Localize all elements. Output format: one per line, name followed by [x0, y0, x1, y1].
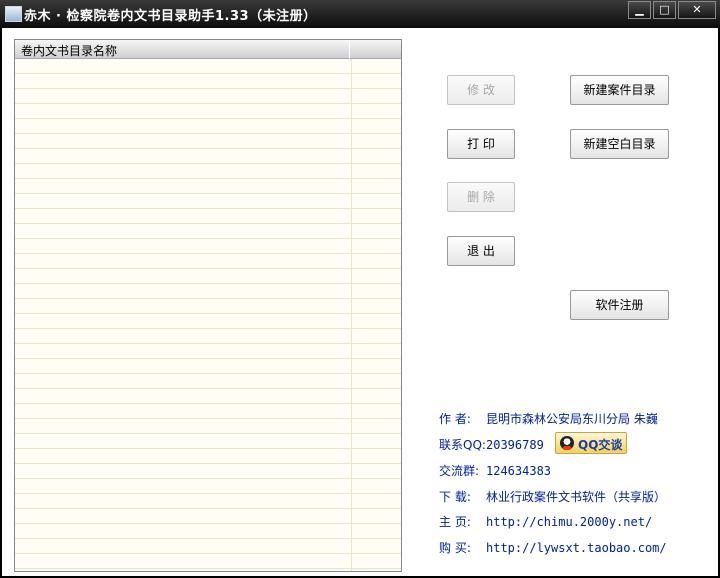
download-label: 下 载:: [439, 490, 471, 504]
delete-button[interactable]: 删 除: [447, 182, 515, 212]
header-separator: [349, 40, 350, 59]
qq-label: 联系QQ:: [439, 438, 486, 452]
app-icon: [5, 6, 22, 22]
column-divider: [351, 59, 352, 571]
qq-chat-button[interactable]: QQ交谈: [555, 432, 627, 454]
maximize-button[interactable]: □: [653, 1, 676, 19]
register-button[interactable]: 软件注册: [570, 290, 669, 320]
homepage-line: 主 页: http://chimu.2000y.net/: [439, 513, 652, 530]
author-line: 作 者: 昆明市森林公安局东川分局 朱巍: [439, 410, 658, 427]
group-value: 124634383: [486, 464, 552, 478]
author-label: 作 者:: [439, 412, 471, 426]
homepage-label: 主 页:: [439, 515, 471, 529]
homepage-link[interactable]: http://chimu.2000y.net/: [486, 515, 652, 529]
print-button[interactable]: 打 印: [447, 129, 515, 159]
directory-list[interactable]: 卷内文书目录名称: [14, 39, 402, 572]
qq-value: 20396789: [486, 438, 544, 452]
buy-link[interactable]: http://lywsxt.taobao.com/: [486, 541, 667, 555]
exit-button[interactable]: 退 出: [447, 236, 515, 266]
qq-penguin-icon: [560, 436, 574, 450]
buy-line: 购 买: http://lywsxt.taobao.com/: [439, 539, 667, 556]
list-column-header[interactable]: 卷内文书目录名称: [15, 40, 401, 59]
new-case-directory-button[interactable]: 新建案件目录: [570, 75, 669, 105]
minimize-button[interactable]: ▁: [628, 1, 651, 19]
list-rows[interactable]: [15, 59, 401, 571]
title-bar[interactable]: 赤木 · 检察院卷内文书目录助手1.33（未注册） ▁ □ ✕: [0, 0, 720, 28]
client-area: 卷内文书目录名称 修 改 打 印 删 除 退 出 新建案件目录 新建空白目录 软…: [2, 28, 718, 576]
column-header-label: 卷内文书目录名称: [21, 44, 118, 58]
group-line: 交流群: 124634383: [439, 462, 551, 479]
modify-button[interactable]: 修 改: [447, 75, 515, 105]
qq-line: 联系QQ:20396789: [439, 436, 544, 453]
window-title: 赤木 · 检察院卷内文书目录助手1.33（未注册）: [24, 9, 317, 24]
buy-label: 购 买:: [439, 541, 471, 555]
group-label: 交流群:: [439, 464, 480, 478]
new-blank-directory-button[interactable]: 新建空白目录: [570, 129, 669, 159]
download-link[interactable]: 林业行政案件文书软件（共享版）: [486, 490, 666, 504]
qq-chat-label: QQ交谈: [578, 438, 623, 452]
author-value: 昆明市森林公安局东川分局 朱巍: [486, 412, 658, 426]
close-button[interactable]: ✕: [678, 1, 716, 19]
download-line: 下 载: 林业行政案件文书软件（共享版）: [439, 488, 666, 505]
app-window: 赤木 · 检察院卷内文书目录助手1.33（未注册） ▁ □ ✕ 卷内文书目录名称…: [0, 0, 720, 578]
